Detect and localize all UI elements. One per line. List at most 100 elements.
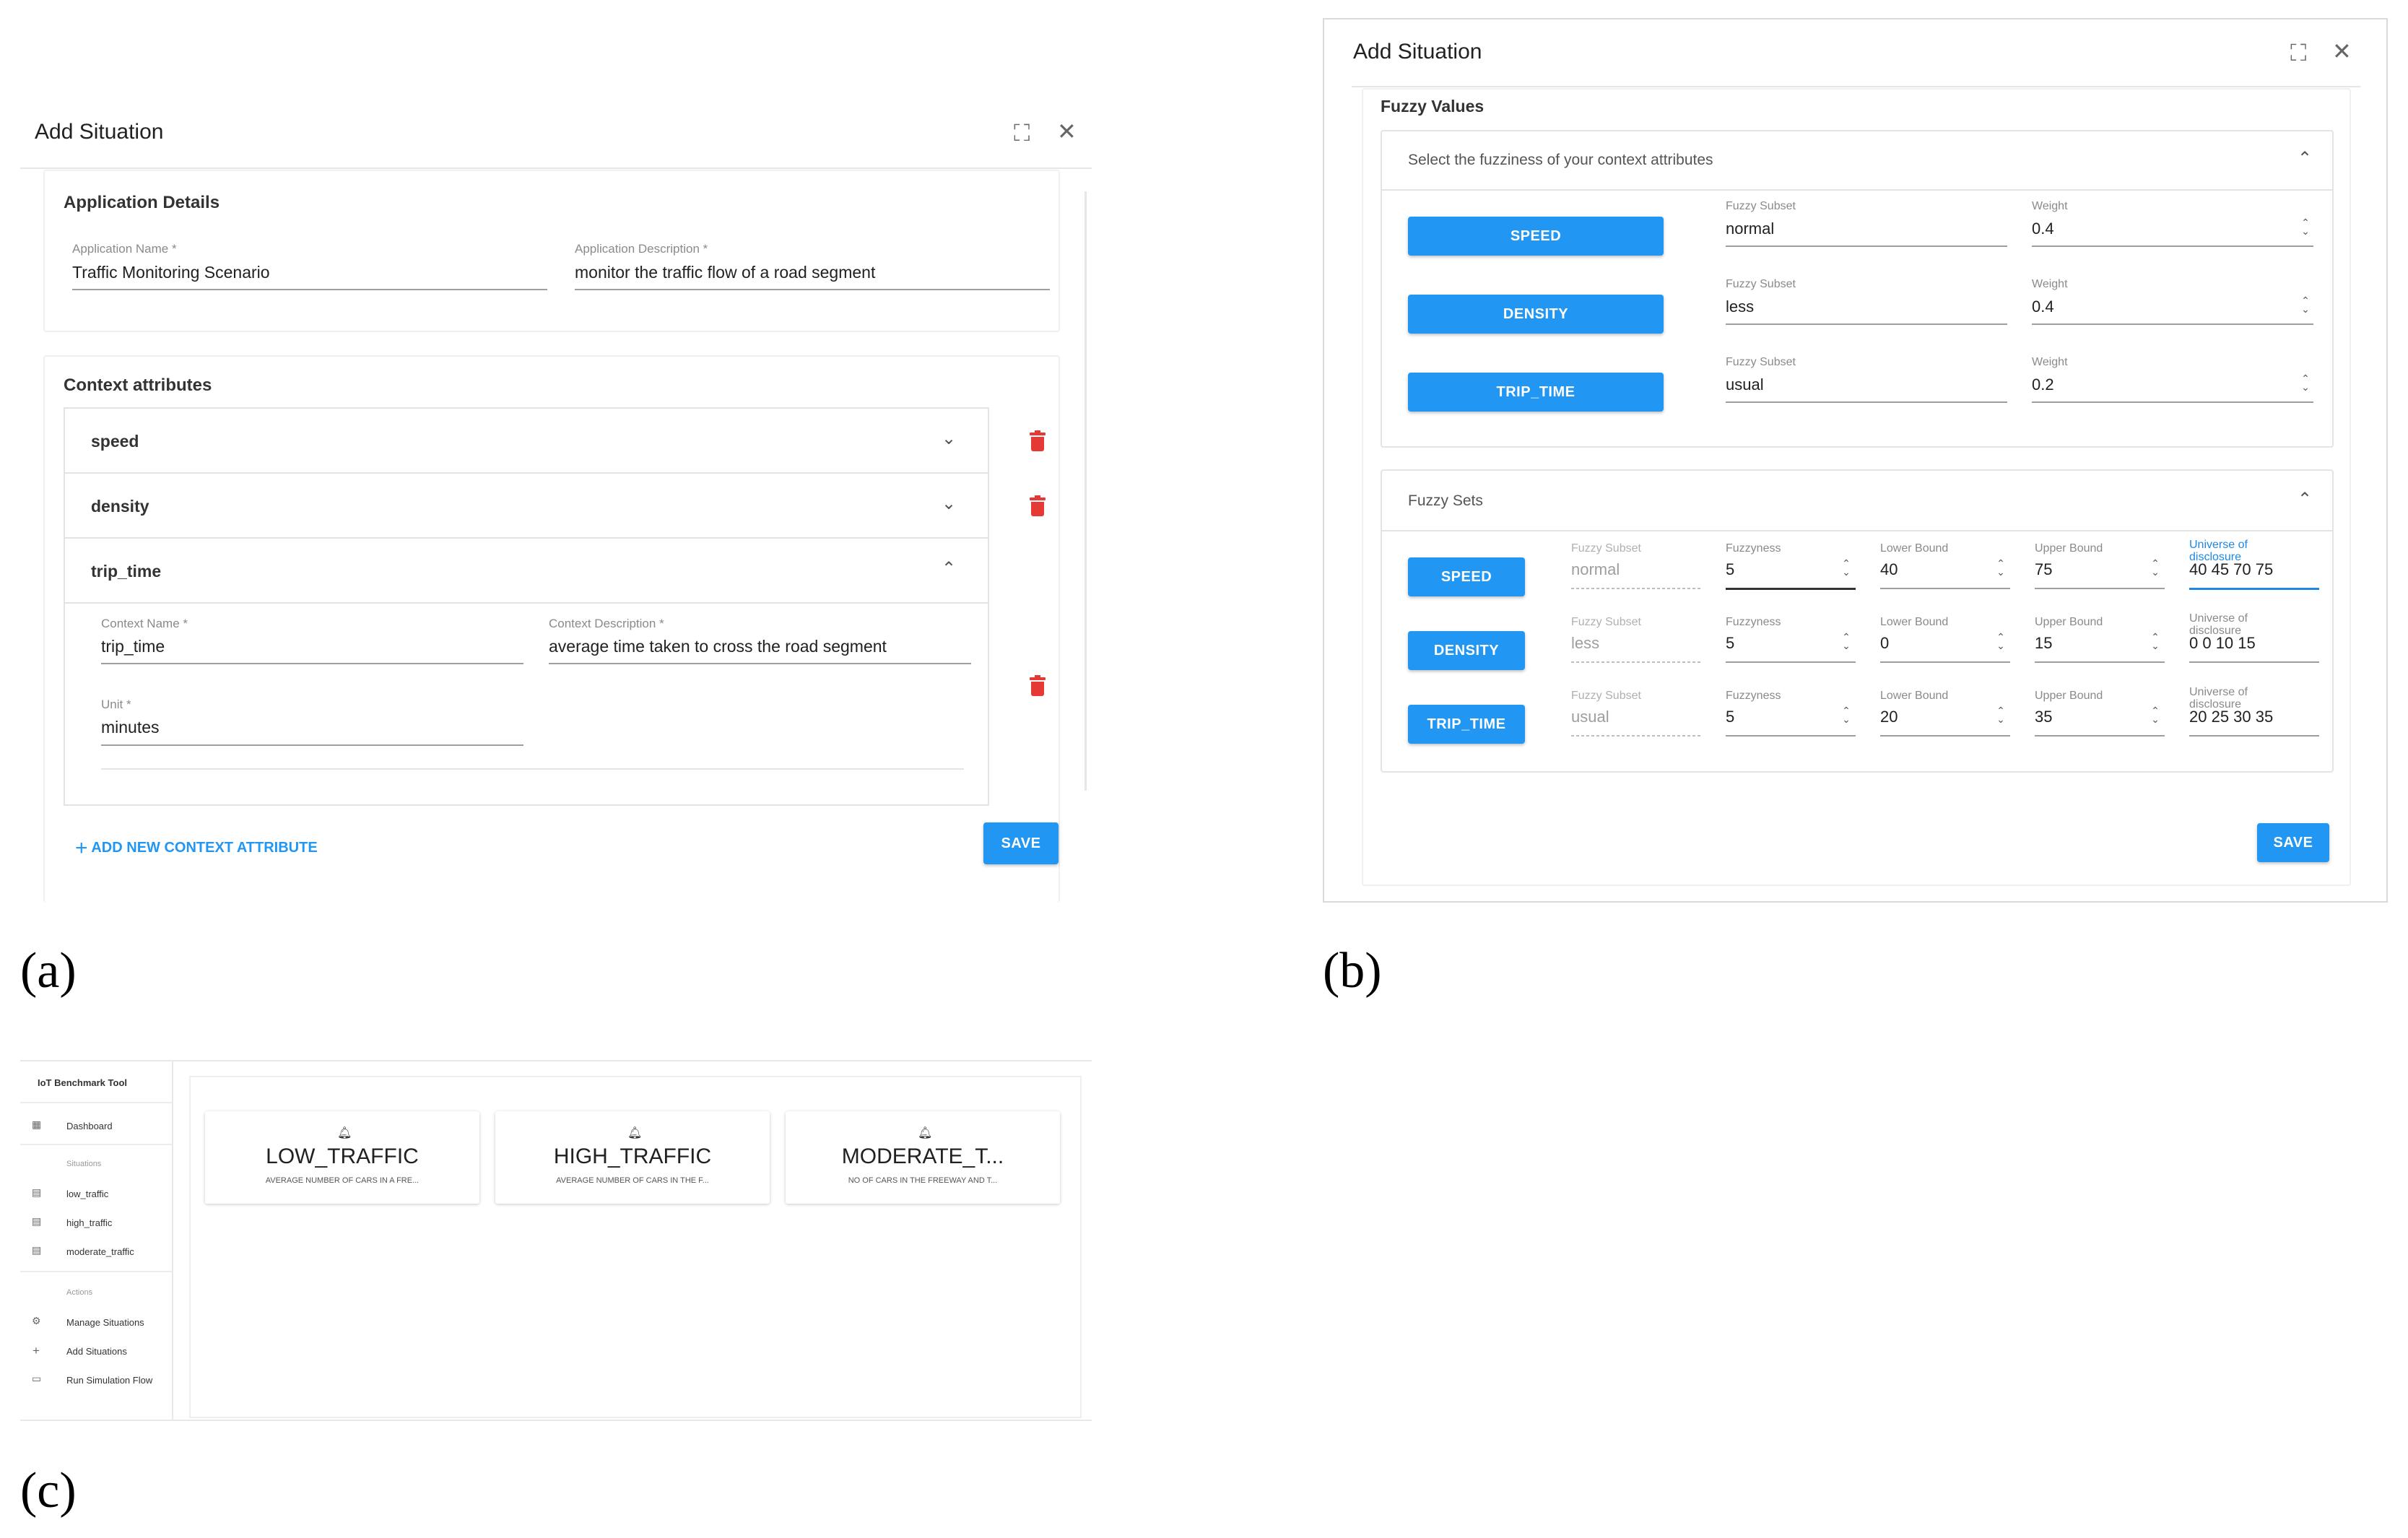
set-density-button[interactable]: DENSITY	[1408, 631, 1525, 670]
unit-underline	[101, 744, 523, 746]
context-item-density[interactable]: density ⌄	[64, 472, 989, 539]
fuzzy-sets-panel: Fuzzy Sets ⌃ SPEED Fuzzy Subset normal F…	[1381, 469, 2334, 773]
chevron-down-icon[interactable]: ⌄	[942, 430, 956, 448]
set-speed-button[interactable]: SPEED	[1408, 557, 1525, 596]
delete-icon[interactable]	[1030, 430, 1046, 451]
fuzzy-subset-value: normal	[1571, 560, 1620, 578]
lower-bound-input[interactable]: 40	[1880, 560, 1898, 579]
document-icon: ▤	[32, 1215, 42, 1227]
universe-input[interactable]: 20 25 30 35	[2189, 708, 2273, 726]
context-item-label: trip_time	[91, 562, 162, 581]
close-icon[interactable]: ✕	[2332, 40, 2352, 63]
gear-icon: ⚙	[32, 1315, 41, 1326]
stepper-icon[interactable]: ⌃ ⌄	[1996, 558, 2006, 577]
application-description-label: Application Description *	[575, 242, 708, 256]
fuzzy-subset-label: Fuzzy Subset	[1726, 278, 1796, 290]
sidebar-item-moderate-traffic[interactable]: moderate_traffic	[66, 1246, 134, 1257]
fuzzyness-underline	[1726, 588, 1856, 590]
save-button[interactable]: SAVE	[983, 822, 1059, 864]
document-icon: ▤	[32, 1186, 42, 1198]
add-context-attribute-label: ADD NEW CONTEXT ATTRIBUTE	[91, 840, 318, 856]
stepper-icon[interactable]: ⌃ ⌄	[2300, 217, 2311, 236]
scrollbar[interactable]	[1085, 191, 1087, 791]
upper-bound-input[interactable]: 15	[2035, 634, 2052, 653]
situation-card-low-traffic[interactable]: 🔔︎ LOW_TRAFFIC AVERAGE NUMBER OF CARS IN…	[205, 1111, 479, 1204]
fuzzyness-input[interactable]: 5	[1726, 708, 1734, 726]
universe-input[interactable]: 0 0 10 15	[2189, 634, 2256, 653]
situation-title: MODERATE_T...	[841, 1144, 1004, 1168]
attr-density-button[interactable]: DENSITY	[1408, 295, 1664, 334]
stepper-icon[interactable]: ⌃ ⌄	[2150, 558, 2160, 577]
sidebar-item-run-simulation-flow[interactable]: Run Simulation Flow	[66, 1375, 152, 1386]
fuzzy-values-panel: Select the fuzziness of your context att…	[1381, 130, 2334, 448]
form-divider	[101, 768, 964, 770]
save-button[interactable]: SAVE	[2257, 823, 2329, 862]
upper-bound-input[interactable]: 35	[2035, 708, 2052, 726]
fuzzy-subset-input[interactable]: less	[1726, 297, 1754, 316]
stepper-icon[interactable]: ⌃ ⌄	[2150, 705, 2160, 724]
stepper-icon[interactable]: ⌃ ⌄	[1841, 705, 1851, 724]
weight-underline	[2032, 401, 2313, 403]
close-icon[interactable]: ✕	[1057, 120, 1077, 143]
lower-bound-input[interactable]: 0	[1880, 634, 1889, 653]
stepper-icon[interactable]: ⌃ ⌄	[2300, 295, 2311, 314]
chevron-up-icon[interactable]: ⌃	[2298, 491, 2312, 508]
application-name-label: Application Name *	[72, 242, 177, 256]
weight-input[interactable]: 0.4	[2032, 297, 2054, 316]
context-item-label: density	[91, 497, 149, 516]
lower-bound-input[interactable]: 20	[1880, 708, 1898, 726]
upper-bound-underline	[2035, 661, 2165, 663]
context-item-speed[interactable]: speed ⌄	[64, 407, 989, 474]
universe-label: Universe of disclosure	[2189, 539, 2248, 563]
fuzzy-subset-input[interactable]: normal	[1726, 220, 1774, 238]
panel-b-fuzzy-dialog: Add Situation ⛶ ✕ Fuzzy Values Select th…	[1323, 18, 2388, 903]
sidebar-item-dashboard[interactable]: Dashboard	[66, 1121, 113, 1131]
situation-description: NO OF CARS IN THE FREEWAY AND T...	[848, 1176, 998, 1185]
context-attributes-card: Context attributes speed ⌄ density ⌄ tri…	[43, 355, 1060, 903]
fuzzy-values-header: Select the fuzziness of your context att…	[1408, 152, 1713, 168]
chevron-down-icon[interactable]: ⌄	[942, 495, 956, 513]
chevron-up-icon[interactable]: ⌃	[942, 560, 956, 578]
context-name-input[interactable]: trip_time	[101, 637, 165, 656]
context-item-trip-time[interactable]: trip_time ⌃ Context Name * trip_time Con…	[64, 537, 989, 806]
fuzzyness-input[interactable]: 5	[1726, 560, 1734, 579]
sidebar-item-add-situations[interactable]: Add Situations	[66, 1346, 127, 1357]
attr-speed-button[interactable]: SPEED	[1408, 217, 1664, 256]
sidebar-divider	[20, 1144, 172, 1145]
situation-card-moderate-traffic[interactable]: 🔔︎ MODERATE_T... NO OF CARS IN THE FREEW…	[786, 1111, 1060, 1204]
stepper-icon[interactable]: ⌃ ⌄	[2150, 632, 2160, 651]
fullscreen-icon[interactable]: ⛶	[1014, 121, 1030, 144]
sidebar-item-manage-situations[interactable]: Manage Situations	[66, 1317, 144, 1328]
weight-input[interactable]: 0.4	[2032, 220, 2054, 238]
universe-label: Universe of disclosure	[2189, 612, 2248, 637]
stepper-icon[interactable]: ⌃ ⌄	[1841, 558, 1851, 577]
context-description-input[interactable]: average time taken to cross the road seg…	[549, 637, 887, 656]
chevron-up-icon[interactable]: ⌃	[2298, 150, 2312, 168]
sidebar-item-low-traffic[interactable]: low_traffic	[66, 1189, 108, 1199]
situation-card-high-traffic[interactable]: 🔔︎ HIGH_TRAFFIC AVERAGE NUMBER OF CARS I…	[495, 1111, 770, 1204]
fuzzyness-input[interactable]: 5	[1726, 634, 1734, 653]
stepper-icon[interactable]: ⌃ ⌄	[2300, 373, 2311, 392]
application-description-input[interactable]: monitor the traffic flow of a road segme…	[575, 263, 875, 282]
fuzzy-subset-input[interactable]: usual	[1726, 375, 1764, 394]
application-name-input[interactable]: Traffic Monitoring Scenario	[72, 263, 270, 282]
weight-input[interactable]: 0.2	[2032, 375, 2054, 394]
dialog-title: Add Situation	[1353, 40, 1482, 64]
attr-trip-time-button[interactable]: TRIP_TIME	[1408, 373, 1664, 412]
unit-input[interactable]: minutes	[101, 718, 160, 737]
universe-input[interactable]: 40 45 70 75	[2189, 560, 2273, 579]
stepper-icon[interactable]: ⌃ ⌄	[1841, 632, 1851, 651]
fuzzyness-label: Fuzzyness	[1726, 616, 1781, 628]
stepper-icon[interactable]: ⌃ ⌄	[1996, 632, 2006, 651]
add-context-attribute-button[interactable]: + ADD NEW CONTEXT ATTRIBUTE	[75, 836, 318, 861]
sidebar-item-high-traffic[interactable]: high_traffic	[66, 1217, 112, 1228]
set-trip-time-button[interactable]: TRIP_TIME	[1408, 705, 1525, 744]
stepper-icon[interactable]: ⌃ ⌄	[1996, 705, 2006, 724]
figure-label-c: (c)	[20, 1463, 77, 1519]
delete-icon[interactable]	[1030, 675, 1046, 696]
actions-header: Actions	[66, 1288, 93, 1297]
delete-icon[interactable]	[1030, 495, 1046, 516]
fullscreen-icon[interactable]: ⛶	[2290, 41, 2306, 64]
unit-label: Unit *	[101, 698, 131, 711]
upper-bound-input[interactable]: 75	[2035, 560, 2052, 579]
